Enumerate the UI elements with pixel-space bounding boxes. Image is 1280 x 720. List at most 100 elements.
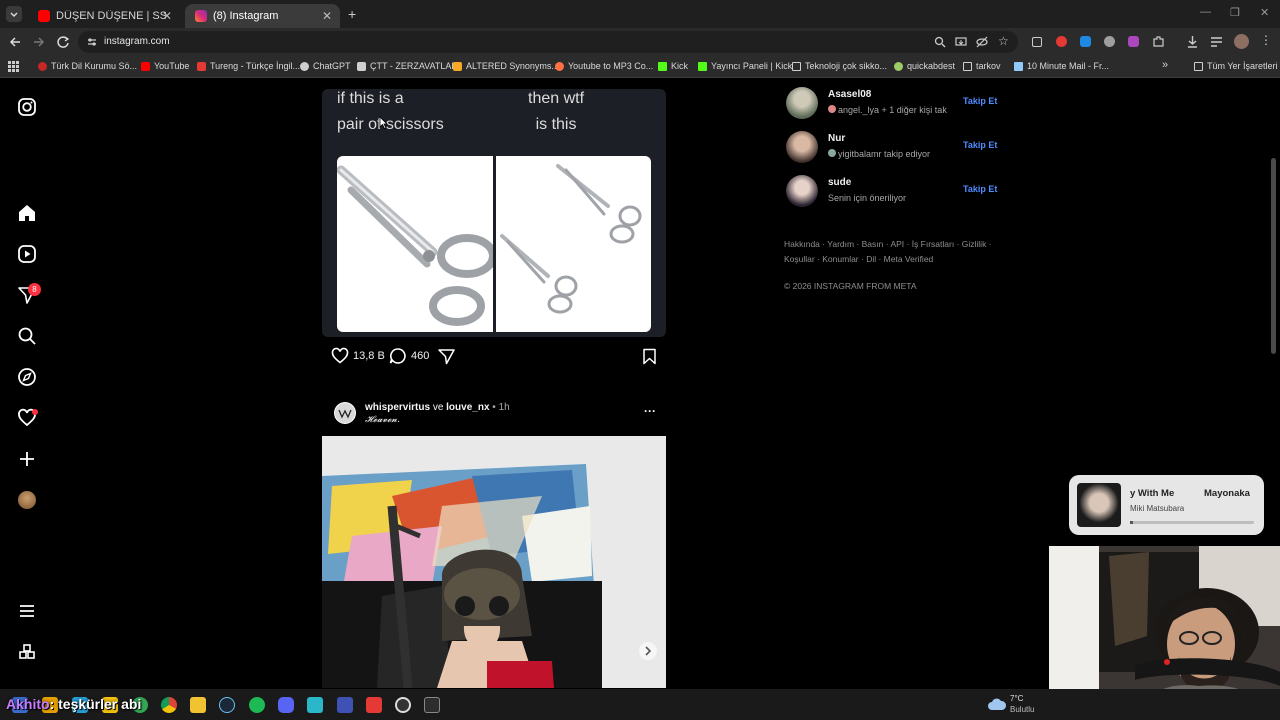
install-app-icon[interactable]	[955, 36, 967, 48]
reading-list-icon[interactable]	[1210, 35, 1223, 48]
forward-arrow-icon[interactable]	[32, 35, 46, 49]
back-arrow-icon[interactable]	[8, 35, 22, 49]
close-tab-icon[interactable]: ✕	[322, 9, 332, 23]
terminal-icon[interactable]	[424, 697, 440, 713]
address-bar[interactable]: instagram.com ☆	[78, 31, 1018, 53]
more-options-icon[interactable]: ···	[644, 404, 656, 418]
share-send-icon[interactable]	[438, 348, 455, 365]
bookmark-youtube[interactable]: YouTube	[141, 61, 189, 71]
bookmark-10minutemail[interactable]: 10 Minute Mail - Fr...	[1014, 61, 1109, 71]
youtube-icon	[141, 61, 150, 71]
taskbar-app-icon-12[interactable]	[337, 697, 353, 713]
profile-avatar[interactable]	[18, 491, 36, 509]
chrome-icon[interactable]	[161, 697, 177, 713]
follow-button[interactable]: Takip Et	[963, 96, 997, 106]
menu-hamburger-icon[interactable]	[17, 601, 37, 621]
weather-temperature[interactable]: 7°C	[1010, 694, 1023, 703]
like-count[interactable]: 13,8 B	[353, 350, 385, 362]
extension-icon-4[interactable]	[1104, 36, 1115, 47]
coauthor-username[interactable]: louve_nx	[446, 402, 489, 413]
explore-compass-icon[interactable]	[17, 367, 37, 387]
bookmark-altered[interactable]: ALTERED Synonyms...	[453, 61, 559, 71]
bookmark-ctt[interactable]: ÇTT - ZERZAVATLAR	[357, 61, 458, 71]
restore-window-icon[interactable]: ❐	[1230, 6, 1240, 19]
author-joiner: ve	[432, 402, 444, 413]
tab-instagram[interactable]: (8) Instagram ✕	[185, 4, 340, 28]
extension-icon-3[interactable]	[1080, 36, 1091, 47]
steam-icon[interactable]	[219, 697, 235, 713]
tab-youtube[interactable]: DÜŞEN DÜŞENE | SSriders | Mo ✕	[28, 4, 180, 28]
taskbar-app-icon-11[interactable]	[307, 697, 323, 713]
save-bookmark-icon[interactable]	[642, 348, 657, 365]
bookmark-tdk[interactable]: Türk Dil Kurumu Sö...	[38, 61, 137, 71]
apps-grid-icon[interactable]	[8, 61, 19, 72]
reload-icon[interactable]	[56, 35, 70, 49]
carousel-next-button[interactable]	[639, 642, 657, 660]
footer-links-line2[interactable]: Koşullar · Konumlar · Dil · Meta Verifie…	[784, 254, 933, 264]
browser-menu-icon[interactable]: ⋮	[1260, 33, 1272, 47]
bookmark-kick[interactable]: Kick	[658, 61, 688, 71]
minimize-window-icon[interactable]: —	[1200, 6, 1211, 18]
url-text[interactable]: instagram.com	[104, 36, 170, 47]
all-bookmarks-folder[interactable]: Tüm Yer İşaretleri	[1194, 61, 1278, 71]
bookmark-label: Tureng - Türkçe İngil...	[210, 61, 301, 71]
suggestion-username[interactable]: Nur	[828, 133, 845, 144]
discord-icon[interactable]	[278, 697, 294, 713]
zoom-icon[interactable]	[934, 36, 946, 48]
obs-icon[interactable]	[395, 697, 411, 713]
comment-count[interactable]: 460	[411, 350, 429, 362]
site-settings-icon[interactable]	[86, 36, 98, 48]
reels-icon[interactable]	[17, 244, 37, 264]
footer-links-line1[interactable]: Hakkında · Yardım · Basın · API · İş Fır…	[784, 239, 992, 249]
create-plus-icon[interactable]	[17, 449, 37, 469]
file-explorer-icon[interactable]	[190, 697, 206, 713]
suggestion-username[interactable]: sude	[828, 177, 851, 188]
follow-button[interactable]: Takip Et	[963, 184, 997, 194]
bookmark-folder-teknoloji[interactable]: Teknoloji çok sikko...	[792, 61, 887, 71]
chatgpt-icon	[300, 61, 309, 71]
spotify-icon[interactable]	[249, 697, 265, 713]
like-heart-icon[interactable]	[331, 347, 349, 365]
post-caption: 𝓗𝓮𝓪𝓿𝓮𝓷.	[365, 415, 400, 425]
suggestion-avatar[interactable]	[786, 131, 818, 163]
acrobat-icon[interactable]	[366, 697, 382, 713]
profile-avatar[interactable]	[1234, 34, 1249, 49]
eye-off-icon[interactable]	[976, 36, 988, 48]
download-icon[interactable]	[1186, 35, 1199, 48]
now-playing-widget: y With Me Mayonaka Miki Matsubara	[1069, 475, 1264, 535]
suggestion-avatar[interactable]	[786, 175, 818, 207]
bookmark-chatgpt[interactable]: ChatGPT	[300, 61, 351, 71]
author-avatar[interactable]	[334, 402, 356, 424]
track-progress-bar[interactable]	[1130, 521, 1254, 524]
instagram-logo-icon[interactable]	[17, 97, 37, 117]
altered-icon	[453, 61, 462, 71]
extension-icon-5[interactable]	[1128, 36, 1139, 47]
suggestion-avatar[interactable]	[786, 87, 818, 119]
extension-icon-1[interactable]	[1032, 37, 1042, 47]
suggestion-username[interactable]: Asasel08	[828, 89, 871, 100]
home-icon[interactable]	[17, 203, 37, 223]
follow-button[interactable]: Takip Et	[963, 140, 997, 150]
bookmark-folder-tarkov[interactable]: tarkov	[963, 61, 1001, 71]
also-from-meta-icon[interactable]	[17, 642, 37, 662]
more-bookmarks-icon[interactable]: »	[1162, 59, 1168, 71]
bookmark-quickabdest[interactable]: quickabdest	[894, 61, 955, 71]
bookmark-ytmp3[interactable]: Youtube to MP3 Co...	[555, 61, 653, 71]
bookmark-tureng[interactable]: Tureng - Türkçe İngil...	[197, 61, 300, 71]
weather-condition[interactable]: Bulutlu	[1010, 705, 1034, 714]
search-icon[interactable]	[17, 326, 37, 346]
extension-icon-2[interactable]	[1056, 36, 1067, 47]
extensions-puzzle-icon[interactable]	[1152, 35, 1165, 48]
tab-search-button[interactable]	[6, 6, 22, 22]
bookmark-star-icon[interactable]: ☆	[998, 34, 1009, 48]
new-tab-button[interactable]: +	[348, 6, 356, 22]
close-window-icon[interactable]: ✕	[1260, 6, 1269, 19]
track-progress-fill	[1130, 521, 1133, 524]
page-scrollbar[interactable]	[1271, 158, 1276, 354]
suggestion-subtitle-text: yigitbalamr takip ediyor	[838, 149, 931, 159]
comment-icon[interactable]	[389, 347, 407, 365]
close-tab-icon[interactable]: ✕	[162, 9, 172, 23]
bookmark-kick-panel[interactable]: Yayıncı Paneli | Kick	[698, 61, 792, 71]
kick-icon	[658, 61, 667, 71]
author-username[interactable]: whispervirtus	[365, 402, 430, 413]
